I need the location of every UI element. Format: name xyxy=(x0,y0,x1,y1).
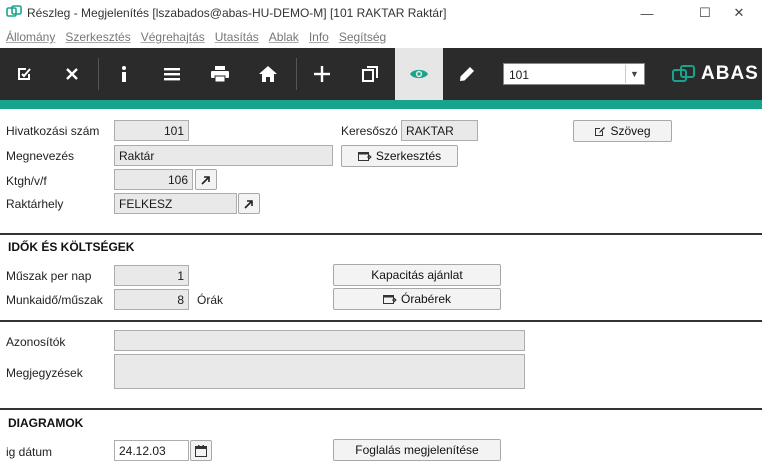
arrow-up-right-icon xyxy=(201,175,210,185)
combo-value: 101 xyxy=(509,68,530,82)
info-button[interactable] xyxy=(100,48,148,100)
logo-text: ABAS xyxy=(701,63,759,84)
keresoszo-field[interactable]: RAKTAR xyxy=(401,120,478,141)
azonositok-field[interactable] xyxy=(114,330,525,351)
chevron-down-icon[interactable]: ▼ xyxy=(625,65,643,83)
window-title: Részleg - Megjelenítés [lszabados@abas-H… xyxy=(27,6,447,20)
copy-icon xyxy=(362,66,378,82)
print-button[interactable] xyxy=(196,48,244,100)
menu-szerkesztes[interactable]: Szerkesztés xyxy=(65,30,130,44)
plus-icon xyxy=(314,66,330,82)
raktarhely-jump-button[interactable] xyxy=(238,193,260,214)
megjegyzesek-label: Megjegyzések xyxy=(6,366,83,380)
munkaido-label: Munkaidő/műszak xyxy=(6,293,103,307)
toolbar-divider xyxy=(98,58,99,90)
title-bar: Részleg - Megjelenítés [lszabados@abas-H… xyxy=(0,0,762,26)
copy-button[interactable] xyxy=(346,48,394,100)
toolbar xyxy=(0,48,762,100)
section-divider xyxy=(0,233,762,235)
pencil-icon xyxy=(460,67,474,81)
printer-icon xyxy=(211,66,229,82)
idok-heading: IDŐK ÉS KÖLTSÉGEK xyxy=(8,240,135,254)
menu-lines-icon xyxy=(164,68,180,81)
minimize-button[interactable]: — xyxy=(624,0,670,26)
menu-info[interactable]: Info xyxy=(309,30,329,44)
calendar-icon xyxy=(195,444,207,457)
oraberek-button[interactable]: Órabérek xyxy=(333,288,501,310)
list-button[interactable] xyxy=(148,48,196,100)
edit-button[interactable] xyxy=(443,48,491,100)
kapacitas-button[interactable]: Kapacitás ajánlat xyxy=(333,264,501,286)
megjegyzesek-field[interactable] xyxy=(114,354,525,389)
menu-allomany[interactable]: Állomány xyxy=(6,30,55,44)
szerkesztes-button[interactable]: Szerkesztés xyxy=(341,145,458,167)
ktgh-jump-button[interactable] xyxy=(195,169,217,190)
minimize-icon: — xyxy=(640,5,654,21)
muszak-label: Műszak per nap xyxy=(6,269,92,283)
szoveg-label: Szöveg xyxy=(610,124,651,138)
diagramok-heading: DIAGRAMOK xyxy=(8,416,84,430)
home-button[interactable] xyxy=(244,48,292,100)
szerkesztes-label: Szerkesztés xyxy=(375,149,442,163)
record-selector-combo[interactable]: 101 ▼ xyxy=(503,63,645,85)
kapacitas-label: Kapacitás ajánlat xyxy=(371,268,463,282)
arrow-up-right-icon xyxy=(244,199,253,209)
close-window-button[interactable]: ✕ xyxy=(716,0,762,26)
megnevezes-field[interactable]: Raktár xyxy=(114,145,333,166)
eye-icon xyxy=(410,69,428,79)
menu-ablak[interactable]: Ablak xyxy=(269,30,299,44)
menu-bar: Állomány Szerkesztés Végrehajtás Utasítá… xyxy=(0,26,762,48)
hivatkozasi-label: Hivatkozási szám xyxy=(6,124,100,138)
save-edit-icon xyxy=(18,68,31,80)
new-button[interactable] xyxy=(298,48,346,100)
accent-bar xyxy=(0,100,762,109)
megnevezes-label: Megnevezés xyxy=(6,149,75,163)
azonositok-label: Azonosítók xyxy=(6,335,66,349)
abas-app-icon xyxy=(6,5,22,17)
menu-vegrehajtas[interactable]: Végrehajtás xyxy=(141,30,205,44)
maximize-icon: ☐ xyxy=(699,5,711,20)
datum-field[interactable]: 24.12.03 xyxy=(114,440,189,461)
oraberek-label: Órabérek xyxy=(400,292,452,306)
open-window-icon xyxy=(357,151,372,161)
muszak-field[interactable]: 1 xyxy=(114,265,189,286)
info-icon xyxy=(122,66,126,82)
datum-label: ig dátum xyxy=(6,445,53,459)
foglalas-button[interactable]: Foglalás megjelenítése xyxy=(333,439,501,461)
edit-text-icon xyxy=(595,127,606,136)
menu-utasitas[interactable]: Utasítás xyxy=(215,30,259,44)
toolbar-divider xyxy=(296,58,297,90)
home-icon xyxy=(259,66,277,82)
view-button[interactable] xyxy=(395,48,443,100)
ktgh-label: Ktgh/v/f xyxy=(6,174,47,188)
munkaido-field[interactable]: 8 xyxy=(114,289,189,310)
ktgh-field[interactable]: 106 xyxy=(114,169,193,190)
section-divider xyxy=(0,320,762,322)
open-window-icon xyxy=(382,294,397,304)
raktarhely-field[interactable]: FELKESZ xyxy=(114,193,237,214)
foglalas-label: Foglalás megjelenítése xyxy=(355,443,479,457)
szoveg-button[interactable]: Szöveg xyxy=(573,120,672,142)
munkaido-unit: Órák xyxy=(197,293,224,307)
keresoszo-label: Keresőszó xyxy=(341,124,398,138)
menu-segitseg[interactable]: Segítség xyxy=(339,30,386,44)
close-icon: ✕ xyxy=(733,5,745,20)
hivatkozasi-field[interactable]: 101 xyxy=(114,120,189,141)
raktarhely-label: Raktárhely xyxy=(6,197,64,211)
abas-logo: ABAS xyxy=(672,63,759,85)
save-button[interactable] xyxy=(0,48,48,100)
abas-logo-icon xyxy=(672,65,695,82)
section-divider xyxy=(0,408,762,410)
cancel-button[interactable] xyxy=(48,48,96,100)
close-icon xyxy=(66,68,78,80)
calendar-button[interactable] xyxy=(190,440,212,461)
